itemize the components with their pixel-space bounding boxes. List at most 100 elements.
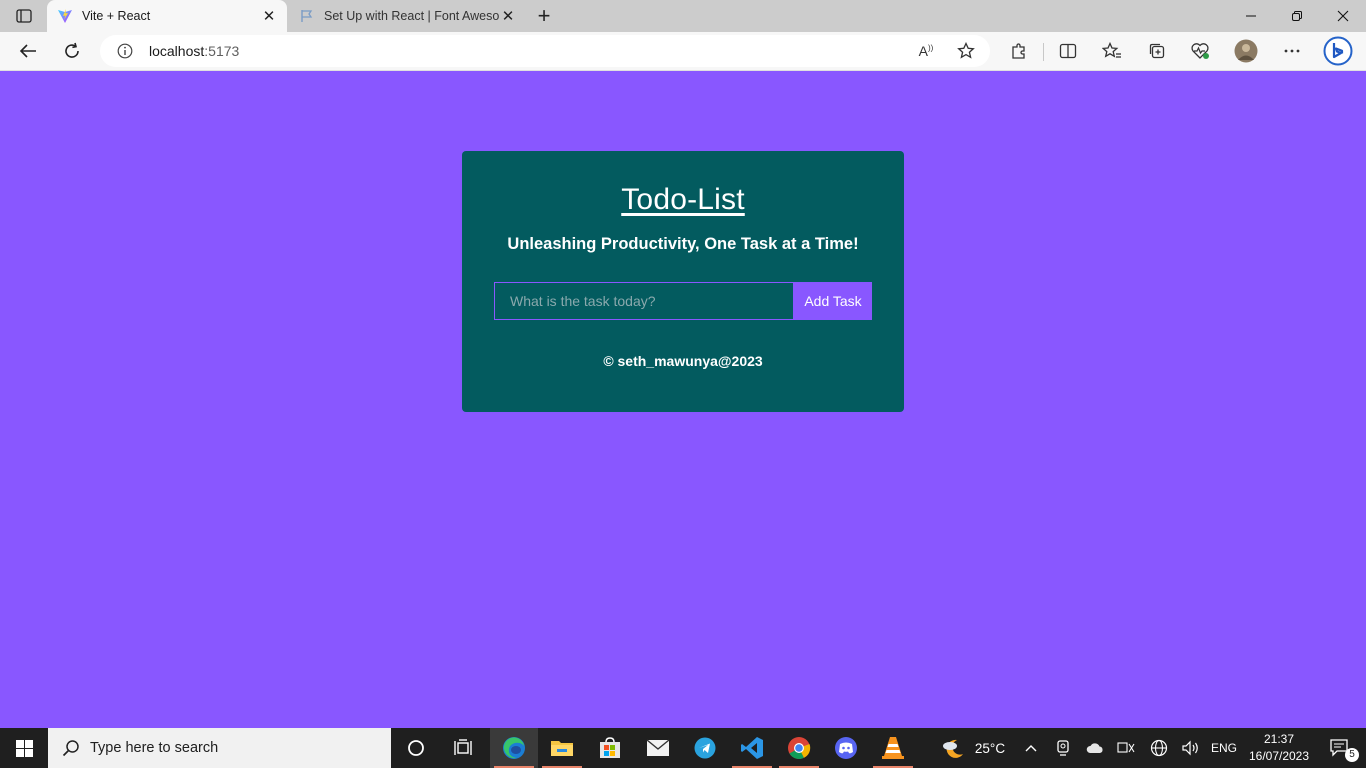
cloud-icon	[1086, 743, 1103, 753]
favorites-button[interactable]	[1097, 37, 1127, 65]
collections-button[interactable]	[1142, 37, 1172, 65]
vlc-taskbar-app[interactable]	[869, 728, 917, 768]
folder-icon	[551, 741, 573, 756]
mail-taskbar-app[interactable]	[634, 728, 682, 768]
clock-time: 21:37	[1263, 732, 1295, 746]
mail-icon	[646, 739, 670, 756]
tab-close-icon[interactable]: ✕	[261, 8, 277, 25]
vlc-cone-icon	[882, 737, 904, 759]
task-input[interactable]	[494, 282, 794, 320]
keyboard-icon	[1117, 742, 1135, 753]
meet-now-tray-icon[interactable]	[1052, 728, 1074, 768]
split-screen-button[interactable]	[1053, 37, 1083, 65]
settings-more-button[interactable]	[1277, 37, 1307, 65]
weather-widget[interactable]: 25°C	[938, 728, 1008, 768]
browser-toolbar: localhost:5173 A))	[0, 32, 1366, 71]
split-screen-icon	[1059, 43, 1077, 59]
add-task-button[interactable]: Add Task	[794, 282, 872, 320]
clock-date: 16/07/2023	[1248, 749, 1310, 763]
vscode-taskbar-app[interactable]	[728, 728, 776, 768]
minimize-button[interactable]	[1228, 0, 1274, 32]
search-icon	[62, 740, 79, 757]
show-hidden-icons-button[interactable]	[1020, 728, 1042, 768]
task-form: Add Task	[494, 282, 872, 320]
onedrive-tray-icon[interactable]	[1083, 728, 1107, 768]
refresh-button[interactable]	[57, 37, 87, 65]
back-button[interactable]	[13, 37, 43, 65]
weather-moon-cloud-icon	[942, 739, 963, 758]
refresh-icon	[65, 42, 79, 58]
toolbar-separator	[1043, 43, 1044, 61]
telegram-icon	[694, 737, 716, 759]
plus-icon: +	[537, 3, 551, 28]
vscode-icon	[741, 737, 763, 759]
heartbeat-icon	[1191, 43, 1209, 59]
taskbar-clock[interactable]: 21:37 16/07/2023	[1246, 731, 1312, 765]
todo-card: Todo-List Unleashing Productivity, One T…	[462, 151, 904, 412]
chevron-up-icon	[1025, 745, 1037, 752]
page-title: Todo-List	[621, 183, 745, 216]
restore-icon	[1292, 11, 1302, 21]
cortana-button[interactable]	[392, 728, 440, 768]
new-tab-button[interactable]: +	[533, 3, 555, 28]
star-outline-icon	[957, 42, 975, 59]
store-taskbar-app[interactable]	[586, 728, 634, 768]
language-indicator[interactable]: ENG	[1208, 728, 1240, 768]
tab-title: Set Up with React | Font Awesome	[324, 9, 500, 23]
url-text: localhost:5173	[149, 43, 239, 59]
back-arrow-icon	[19, 44, 36, 58]
flag-favicon-icon	[301, 10, 313, 22]
start-button[interactable]	[0, 728, 48, 768]
edge-taskbar-app[interactable]	[490, 728, 538, 768]
notification-count-badge: 5	[1345, 748, 1359, 762]
bing-copilot-button[interactable]	[1322, 35, 1354, 67]
webcam-icon	[1057, 740, 1069, 756]
taskbar-search-box[interactable]: Type here to search	[48, 728, 391, 768]
input-method-tray-icon[interactable]	[1115, 728, 1137, 768]
puzzle-icon	[1012, 43, 1025, 59]
close-window-button[interactable]	[1320, 0, 1366, 32]
tab-font-awesome[interactable]: Set Up with React | Font Awesome ✕	[289, 0, 526, 32]
profile-button[interactable]	[1231, 37, 1261, 65]
more-dots-icon	[1284, 49, 1300, 53]
url-port: :5173	[204, 43, 240, 59]
notification-center-button[interactable]: 5	[1320, 728, 1360, 768]
file-explorer-taskbar-app[interactable]	[538, 728, 586, 768]
search-placeholder: Type here to search	[90, 740, 219, 756]
windows-taskbar: Type here to search 25°C ENG 21:37 16/07…	[0, 728, 1366, 768]
extensions-button[interactable]	[1004, 37, 1034, 65]
performance-button[interactable]	[1185, 37, 1215, 65]
tab-actions-icon	[16, 9, 32, 23]
chrome-icon	[788, 737, 811, 759]
edge-icon	[503, 737, 525, 759]
windows-logo-icon	[15, 739, 33, 757]
vite-favicon-icon	[58, 9, 72, 23]
info-icon[interactable]	[117, 43, 133, 59]
favorites-icon	[1102, 42, 1121, 58]
bing-icon	[1323, 36, 1353, 66]
chrome-taskbar-app[interactable]	[775, 728, 823, 768]
network-tray-icon[interactable]	[1147, 728, 1171, 768]
telegram-taskbar-app[interactable]	[681, 728, 729, 768]
discord-icon	[835, 737, 857, 759]
weather-temperature: 25°C	[974, 740, 1006, 756]
tab-close-icon[interactable]: ✕	[500, 8, 516, 25]
read-aloud-icon: A))	[918, 43, 934, 59]
globe-icon	[1150, 739, 1168, 757]
address-bar[interactable]: localhost:5173	[100, 35, 990, 67]
task-view-button[interactable]	[440, 728, 488, 768]
tab-vite-react[interactable]: Vite + React ✕	[47, 0, 287, 32]
volume-tray-icon[interactable]	[1180, 728, 1202, 768]
read-aloud-button[interactable]: A))	[913, 38, 939, 64]
restore-button[interactable]	[1274, 0, 1320, 32]
tab-actions-button[interactable]	[10, 6, 38, 26]
task-view-icon	[454, 739, 472, 755]
page-subtitle: Unleashing Productivity, One Task at a T…	[507, 235, 859, 253]
url-host: localhost	[149, 43, 205, 59]
close-icon	[1337, 10, 1349, 22]
discord-taskbar-app[interactable]	[822, 728, 870, 768]
favorite-button[interactable]	[953, 38, 979, 64]
browser-tab-strip: Vite + React ✕ Set Up with React | Font …	[0, 0, 1366, 32]
avatar	[1234, 39, 1258, 63]
collections-icon	[1149, 43, 1165, 59]
